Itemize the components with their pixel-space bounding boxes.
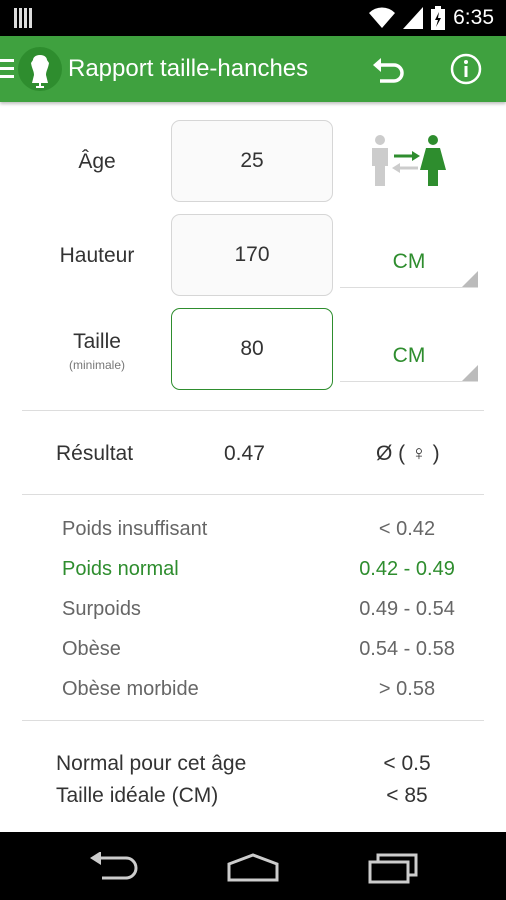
- menu-icon[interactable]: [0, 59, 14, 79]
- category-name: Poids insuffisant: [62, 518, 208, 540]
- battery-icon: [431, 6, 446, 30]
- ideal-waist-value: < 85: [386, 784, 428, 807]
- waist-unit-select[interactable]: CM: [340, 330, 478, 382]
- category-range: < 0.42: [378, 518, 436, 540]
- normal-for-age-label: Normal pour cet âge: [56, 752, 247, 775]
- age-label: Âge: [78, 150, 116, 173]
- home-icon[interactable]: [226, 852, 280, 882]
- wifi-icon: [369, 7, 396, 29]
- navigation-bar: [0, 832, 506, 900]
- category-name: Obèse: [62, 638, 121, 660]
- category-name: Obèse morbide: [62, 678, 199, 700]
- normal-for-age-value: < 0.5: [383, 752, 431, 775]
- height-unit-value: CM: [392, 249, 426, 273]
- recent-apps-icon[interactable]: [368, 850, 420, 884]
- result-value: 0.47: [224, 442, 265, 465]
- sim-icon: [14, 8, 34, 28]
- divider: [22, 494, 484, 495]
- divider: [22, 410, 484, 411]
- waist-sublabel: (minimale): [68, 358, 125, 372]
- ideal-waist-label: Taille idéale (CM): [56, 784, 219, 807]
- category-range: 0.54 - 0.58: [359, 638, 455, 660]
- result-gender-symbol: Ø ( ♀ ): [376, 442, 440, 465]
- divider: [22, 720, 484, 721]
- height-input[interactable]: 170: [171, 214, 333, 296]
- category-range-highlighted: 0.42 - 0.49: [359, 558, 455, 580]
- height-unit-select[interactable]: CM: [340, 236, 478, 288]
- category-range: 0.49 - 0.54: [359, 598, 455, 620]
- status-bar: 6:35: [0, 0, 506, 36]
- waist-unit-value: CM: [392, 343, 426, 367]
- page-title: Rapport taille-hanches: [68, 55, 309, 82]
- back-icon[interactable]: [88, 852, 138, 880]
- status-time: 6:35: [453, 6, 494, 29]
- male-to-female-icon[interactable]: [368, 134, 448, 188]
- dropdown-triangle-icon: [462, 271, 478, 287]
- height-label: Hauteur: [59, 244, 135, 267]
- info-icon[interactable]: [450, 53, 482, 85]
- dropdown-triangle-icon: [462, 365, 478, 381]
- undo-icon[interactable]: [370, 53, 404, 87]
- dress-form-logo-icon[interactable]: [18, 47, 62, 91]
- waist-label: Taille: [73, 330, 121, 353]
- main-content: Âge 25 Hauteur 170 CM Taille (minimale) …: [0, 102, 506, 832]
- result-label: Résultat: [56, 442, 134, 465]
- category-name-highlighted: Poids normal: [62, 558, 179, 580]
- category-name: Surpoids: [62, 598, 141, 620]
- app-bar: Rapport taille-hanches: [0, 36, 506, 102]
- category-range: > 0.58: [378, 678, 436, 700]
- waist-input[interactable]: 80: [171, 308, 333, 390]
- signal-icon: [403, 7, 424, 29]
- age-input[interactable]: 25: [171, 120, 333, 202]
